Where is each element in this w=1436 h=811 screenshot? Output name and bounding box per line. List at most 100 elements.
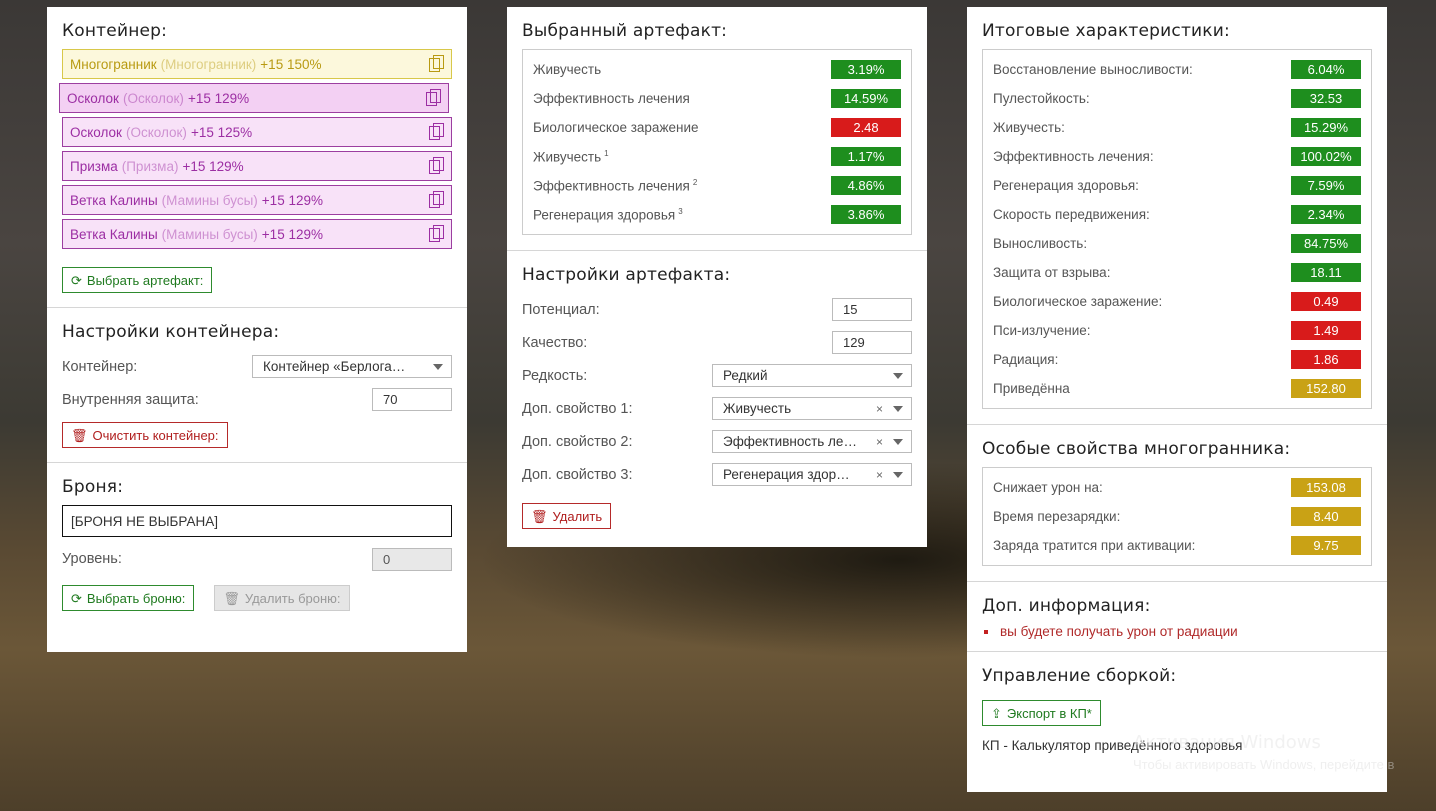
prop1-row: Доп. свойство 1: Живучесть × [522,392,912,425]
copy-icon[interactable] [429,225,444,243]
artifact-slot[interactable]: Многогранник (Многогранник) +15 150% [62,49,452,79]
chevron-down-icon [893,405,903,412]
info-text: вы будете получать урон от радиации [1000,624,1238,639]
chevron-down-icon [893,471,903,478]
slot-name: Осколок [70,124,122,140]
export-label: Экспорт в КП* [1006,705,1092,721]
stat-value: 0.49 [1291,292,1361,311]
stat-value: 8.40 [1291,507,1361,526]
info-item: вы будете получать урон от радиации [982,624,1372,639]
stat-label: Заряда тратится при активации: [993,538,1196,553]
container-settings-section: Настройки контейнера: Контейнер: Контейн… [47,308,467,463]
stat-value: 100.02% [1291,147,1361,166]
stat-row: Приведённа 152.80 [993,374,1361,403]
totals-stats: Восстановление выносливости: 6.04% Пулест… [982,49,1372,409]
slot-name: Призма [70,158,118,174]
delete-artifact-button[interactable]: 🗑 Удалить [522,503,612,529]
rarity-value: Редкий [723,368,768,383]
slot-level: +15 129% [187,90,250,106]
prop3-label: Доп. свойство 3: [522,466,633,483]
bullet-icon [984,629,988,634]
prop3-select[interactable]: Регенерация здор… × [712,463,912,486]
slot-level: +15 129% [261,226,323,242]
select-artifact-button[interactable]: ⟳ Выбрать артефакт: [62,267,213,293]
stat-row: Биологическое заражение 2.48 [533,113,901,142]
slot-name: Ветка Калины [70,226,158,242]
stat-label: Эффективность лечения [533,91,690,106]
stat-row: Радиация: 1.86 [993,345,1361,374]
selected-artifact-stats: Живучесть 3.19% Эффективность лечения 14.5… [522,49,912,235]
copy-icon[interactable] [429,157,444,175]
protection-row: Внутренняя защита: 70 [62,383,452,416]
clear-icon[interactable]: × [876,468,883,482]
stat-value: 152.80 [1291,379,1361,398]
armor-title: Броня: [62,477,124,497]
refresh-icon: ⟳ [71,590,82,606]
container-label: Контейнер: [62,358,138,375]
copy-icon[interactable] [429,123,444,141]
stat-row: Выносливость: 84.75% [993,229,1361,258]
stat-label: Регенерация здоровья 3 [533,206,683,223]
stat-value: 153.08 [1291,478,1361,497]
stat-row: Биологическое заражение: 0.49 [993,287,1361,316]
prop2-select[interactable]: Эффективность ле… × [712,430,912,453]
select-armor-button[interactable]: ⟳ Выбрать броню: [62,585,195,611]
artifact-slot[interactable]: Ветка Калины (Мамины бусы) +15 129% [62,185,452,215]
prop1-value: Живучесть [723,401,792,416]
stat-row: Эффективность лечения 2 4.86% [533,171,901,200]
export-button[interactable]: ⇪ Экспорт в КП* [982,700,1101,726]
quality-input[interactable]: 129 [832,331,912,354]
armor-level-row: Уровень: 0 [62,547,452,571]
delete-armor-button[interactable]: 🗑 Удалить броню: [214,585,350,611]
protection-label: Внутренняя защита: [62,391,199,408]
stat-row: Заряда тратится при активации: 9.75 [993,531,1361,560]
stat-label: Живучесть 1 [533,148,609,165]
special-section: Особые свойства многогранника: Снижает у… [967,425,1387,582]
copy-icon[interactable] [426,89,441,107]
slot-alt-name: (Осколок) [122,90,184,106]
copy-icon[interactable] [429,191,444,209]
artifact-slot[interactable]: Осколок (Осколок) +15 129% [59,83,449,113]
stat-value: 4.86% [831,176,901,195]
stat-value: 18.11 [1291,263,1361,282]
activation-watermark-title: Активация Windows [1133,732,1321,753]
protection-input[interactable]: 70 [372,388,452,411]
clear-container-button[interactable]: 🗑 Очистить контейнер: [62,422,228,448]
prop1-select[interactable]: Живучесть × [712,397,912,420]
potential-input[interactable]: 15 [832,298,912,321]
prop1-label: Доп. свойство 1: [522,400,633,417]
slot-alt-name: (Мамины бусы) [161,226,258,242]
armor-field[interactable]: [БРОНЯ НЕ ВЫБРАНА] [62,505,452,537]
artifact-slot[interactable]: Осколок (Осколок) +15 125% [62,117,452,147]
container-settings-title: Настройки контейнера: [62,322,280,342]
container-select[interactable]: Контейнер «Берлога… [252,355,452,378]
artifact-slot[interactable]: Ветка Калины (Мамины бусы) +15 129% [62,219,452,249]
stat-value: 2.48 [831,118,901,137]
delete-armor-label: Удалить броню: [244,590,341,606]
special-stats: Снижает урон на: 153.08 Время перезарядки… [982,467,1372,566]
stat-value: 3.86% [831,205,901,224]
stat-label: Защита от взрыва: [993,265,1111,280]
slot-alt-name: (Осколок) [125,124,187,140]
stat-label: Живучесть: [993,120,1065,135]
stat-row: Скорость передвижения: 2.34% [993,200,1361,229]
container-section: Контейнер: Многогранник (Многогранник) +… [47,7,467,308]
copy-icon[interactable] [429,55,444,73]
artifact-slot[interactable]: Призма (Призма) +15 129% [62,151,452,181]
rarity-select[interactable]: Редкий [712,364,912,387]
chevron-down-icon [893,372,903,379]
clear-icon[interactable]: × [876,435,883,449]
stat-row: Регенерация здоровья 3 3.86% [533,200,901,229]
stat-row: Эффективность лечения: 100.02% [993,142,1361,171]
slot-name: Многогранник [70,56,157,72]
stat-row: Пси-излучение: 1.49 [993,316,1361,345]
stat-row: Восстановление выносливости: 6.04% [993,55,1361,84]
artifact-settings-title: Настройки артефакта: [522,265,731,285]
armor-section: Броня: [БРОНЯ НЕ ВЫБРАНА] Уровень: 0 ⟳ В… [47,463,467,623]
container-title: Контейнер: [62,21,168,41]
chevron-down-icon [433,363,443,370]
clear-icon[interactable]: × [876,402,883,416]
stat-value: 7.59% [1291,176,1361,195]
stat-row: Живучесть 3.19% [533,55,901,84]
stat-label: Радиация: [993,352,1059,367]
